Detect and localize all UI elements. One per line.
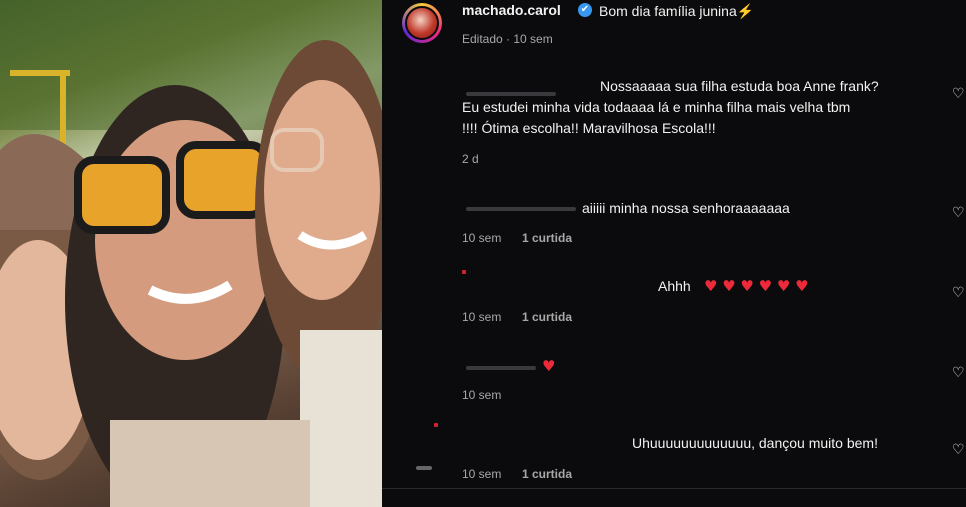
comment-1-line-2: Eu estudei minha vida todaaaa lá e minha… — [462, 99, 851, 115]
post-meta: Editado · 10 sem — [462, 32, 553, 46]
verified-icon: ✔ — [578, 3, 592, 17]
post-caption: Bom dia família junina⚡ — [599, 3, 755, 19]
redacted-username — [466, 207, 576, 211]
comment-5-time: 10 sem — [462, 467, 502, 481]
comment-1-time: 2 d — [462, 152, 479, 166]
redacted-username — [466, 366, 536, 370]
post-username[interactable]: machado.carol — [462, 2, 561, 18]
comment-3-hearts: ♥ ♥ ♥ ♥ ♥ ♥ — [704, 277, 809, 295]
comment-3-time: 10 sem — [462, 310, 502, 324]
selfie-illustration — [0, 0, 382, 507]
avatar[interactable] — [402, 3, 442, 43]
comment-2-likes[interactable]: 1 curtida — [522, 231, 572, 245]
comment-3-text: Ahhh — [658, 278, 691, 294]
comment-5-text: Uhuuuuuuuuuuuuu, dançou muito bem! — [632, 435, 878, 451]
redacted-avatar — [416, 466, 432, 470]
comment-1-line-1: Nossaaaaa sua filha estuda boa Anne fran… — [600, 78, 879, 94]
redacted-username — [434, 423, 438, 427]
redacted-username — [462, 270, 466, 274]
comments-panel: machado.carol ✔ Bom dia família junina⚡ … — [382, 0, 966, 507]
comment-4-hearts: ♥ — [542, 357, 556, 375]
like-icon[interactable]: ♡ — [952, 87, 966, 101]
like-icon[interactable]: ♡ — [952, 206, 966, 220]
like-icon[interactable]: ♡ — [952, 443, 966, 457]
comment-5-likes[interactable]: 1 curtida — [522, 467, 572, 481]
comment-2-text: aiiiii minha nossa senhoraaaaaaa — [582, 200, 790, 216]
like-icon[interactable]: ♡ — [952, 366, 966, 380]
comment-2-time: 10 sem — [462, 231, 502, 245]
divider — [382, 488, 966, 489]
comment-1-line-3: !!!! Ótima escolha!! Maravilhosa Escola!… — [462, 120, 716, 136]
like-icon[interactable]: ♡ — [952, 286, 966, 300]
post-photo — [0, 0, 382, 507]
redacted-username — [466, 92, 556, 96]
comment-4-time: 10 sem — [462, 388, 502, 402]
comment-3-likes[interactable]: 1 curtida — [522, 310, 572, 324]
